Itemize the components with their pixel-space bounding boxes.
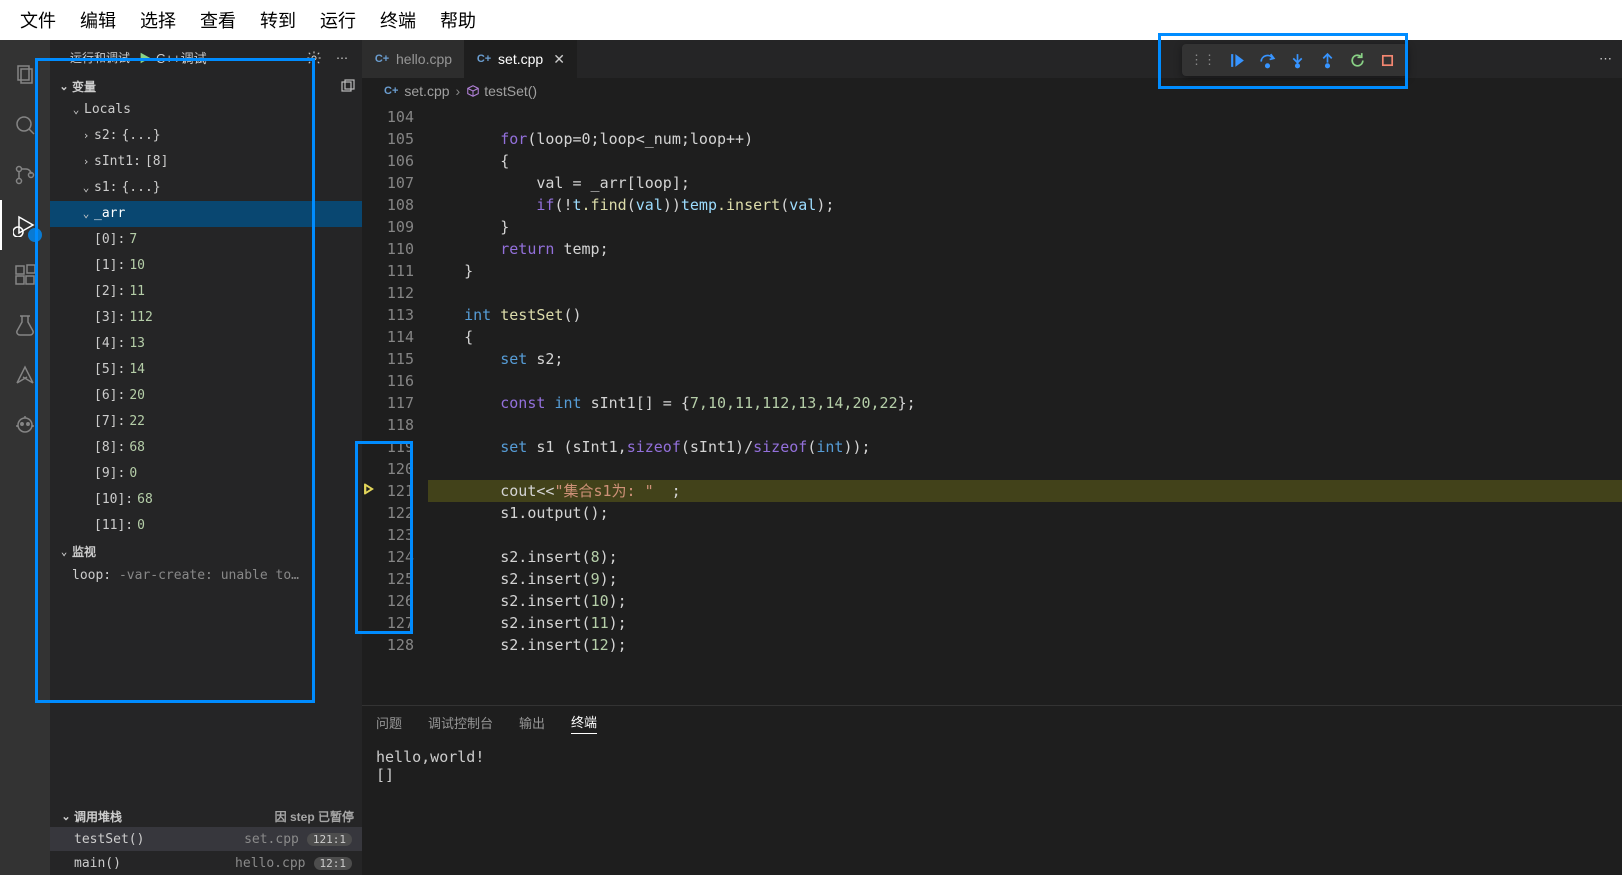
cpp-file-icon: C+ xyxy=(374,51,390,67)
activity-debug[interactable] xyxy=(0,200,50,250)
panel-tab-debug-console[interactable]: 调试控制台 xyxy=(428,711,493,734)
var-arr-item[interactable]: [11]: 0 xyxy=(50,513,362,539)
terminal-prompt: [] xyxy=(376,766,1608,784)
step-out-button[interactable] xyxy=(1312,47,1342,73)
var-arr-item[interactable]: [4]: 13 xyxy=(50,331,362,357)
activity-extensions[interactable] xyxy=(0,250,50,300)
variables-tree: ⌄Locals ›s2: {...} ›sInt1: [8] ⌄s1: {...… xyxy=(50,97,362,805)
panel-tab-problems[interactable]: 问题 xyxy=(376,711,402,734)
tab-bar: C+ hello.cpp C+ set.cpp ✕ ⋯ xyxy=(362,40,1622,78)
breadcrumb-file[interactable]: set.cpp xyxy=(404,83,449,99)
chevron-down-icon: ⌄ xyxy=(56,539,72,565)
var-arr-item[interactable]: [2]: 11 xyxy=(50,279,362,305)
editor-area: C+ hello.cpp C+ set.cpp ✕ ⋯ C+ set.cpp › te… xyxy=(362,40,1622,875)
run-debug-title: 运行和调试 xyxy=(70,49,130,66)
variables-section[interactable]: ⌄ 变量 xyxy=(50,75,362,97)
var-s2[interactable]: ›s2: {...} xyxy=(50,123,362,149)
activity-scm[interactable] xyxy=(0,150,50,200)
menu-help[interactable]: 帮助 xyxy=(428,7,488,33)
watch-section[interactable]: ⌄ 监视 xyxy=(50,541,362,563)
scope-locals[interactable]: ⌄Locals xyxy=(50,97,362,123)
var-arr-item[interactable]: [5]: 14 xyxy=(50,357,362,383)
var-arr-item[interactable]: [7]: 22 xyxy=(50,409,362,435)
tab-label: set.cpp xyxy=(498,51,543,67)
var-arr-item[interactable]: [0]: 7 xyxy=(50,227,362,253)
callstack-section[interactable]: ⌄ 调用堆栈 因 step 已暂停 xyxy=(50,805,362,827)
var-arr-item[interactable]: [9]: 0 xyxy=(50,461,362,487)
line-gutter: 1041051061071081091101111121131141151161… xyxy=(362,104,428,705)
debug-toolbar[interactable]: ⋮⋮ xyxy=(1182,44,1408,76)
menu-go[interactable]: 转到 xyxy=(248,7,308,33)
activity-misc[interactable] xyxy=(0,350,50,400)
menu-bar: 文件 编辑 选择 查看 转到 运行 终端 帮助 xyxy=(0,0,1622,40)
activity-copilot[interactable] xyxy=(0,400,50,450)
chevron-down-icon: ⌄ xyxy=(58,810,74,823)
debug-header: 运行和调试 C++调试 ⌄ ⋯ xyxy=(50,40,362,75)
variables-label: 变量 xyxy=(72,78,96,95)
code-editor[interactable]: 1041051061071081091101111121131141151161… xyxy=(362,104,1622,705)
callstack-frame-1[interactable]: main() hello.cpp 12:1 xyxy=(50,851,362,875)
breadcrumb-symbol[interactable]: testSet() xyxy=(484,83,537,99)
menu-view[interactable]: 查看 xyxy=(188,7,248,33)
menu-terminal[interactable]: 终端 xyxy=(368,7,428,33)
activity-bar xyxy=(0,40,50,875)
panel-tab-output[interactable]: 输出 xyxy=(519,711,545,734)
var-arr-item[interactable]: [1]: 10 xyxy=(50,253,362,279)
chevron-down-icon: ⌄ xyxy=(56,80,72,93)
method-icon xyxy=(466,84,480,98)
watch-item-loop[interactable]: loop: -var-create: unable to… xyxy=(50,563,362,589)
code-content[interactable]: for(loop=0;loop<_num;loop++) { val = _ar… xyxy=(428,104,1622,705)
tab-hello-cpp[interactable]: C+ hello.cpp xyxy=(362,40,464,78)
activity-search[interactable] xyxy=(0,100,50,150)
drag-handle-icon[interactable]: ⋮⋮ xyxy=(1190,52,1216,68)
callstack-frame-0[interactable]: testSet() set.cpp 121:1 xyxy=(50,827,362,851)
step-into-button[interactable] xyxy=(1282,47,1312,73)
execution-pointer-icon xyxy=(363,482,378,497)
var-arr-item[interactable]: [8]: 68 xyxy=(50,435,362,461)
menu-run[interactable]: 运行 xyxy=(308,7,368,33)
var-arr-item[interactable]: [10]: 68 xyxy=(50,487,362,513)
more-actions-icon[interactable]: ⋯ xyxy=(1599,51,1612,67)
menu-selection[interactable]: 选择 xyxy=(128,7,188,33)
restart-button[interactable] xyxy=(1342,47,1372,73)
continue-button[interactable] xyxy=(1222,47,1252,73)
menu-edit[interactable]: 编辑 xyxy=(68,7,128,33)
close-tab-icon[interactable]: ✕ xyxy=(553,51,565,68)
debug-more-icon[interactable]: ⋯ xyxy=(336,51,348,65)
var-arr[interactable]: ⌄_arr xyxy=(50,201,362,227)
debug-badge-icon xyxy=(28,228,42,242)
debug-sidebar: 运行和调试 C++调试 ⌄ ⋯ ⌄ 变量 ⌄Locals ›s2: {...} … xyxy=(50,40,362,875)
config-dropdown-icon[interactable]: ⌄ xyxy=(225,51,234,64)
debug-settings-icon[interactable] xyxy=(306,50,322,66)
menu-file[interactable]: 文件 xyxy=(8,7,68,33)
breadcrumb[interactable]: C+ set.cpp › testSet() xyxy=(362,78,1622,104)
panel-tabs: 问题 调试控制台 输出 终端 xyxy=(362,706,1622,738)
watch-label: 监视 xyxy=(72,539,96,565)
activity-testing[interactable] xyxy=(0,300,50,350)
var-s1[interactable]: ⌄s1: {...} xyxy=(50,175,362,201)
cpp-file-icon: C+ xyxy=(384,85,398,97)
cpp-file-icon: C+ xyxy=(476,51,492,67)
start-debug-button[interactable] xyxy=(138,51,152,65)
tab-set-cpp[interactable]: C+ set.cpp ✕ xyxy=(464,40,577,78)
var-sInt1[interactable]: ›sInt1: [8] xyxy=(50,149,362,175)
step-over-button[interactable] xyxy=(1252,47,1282,73)
var-arr-item[interactable]: [6]: 20 xyxy=(50,383,362,409)
var-arr-item[interactable]: [3]: 112 xyxy=(50,305,362,331)
activity-explorer[interactable] xyxy=(0,50,50,100)
debug-config-name[interactable]: C++调试 xyxy=(156,48,207,67)
terminal-line: hello,world! xyxy=(376,748,1608,766)
collapse-all-icon[interactable] xyxy=(340,78,356,94)
callstack-label: 调用堆栈 xyxy=(74,808,122,825)
stop-button[interactable] xyxy=(1372,47,1402,73)
terminal-content[interactable]: hello,world! [] xyxy=(362,738,1622,875)
pause-reason: 因 step 已暂停 xyxy=(275,808,354,825)
tab-label: hello.cpp xyxy=(396,51,452,67)
panel: 问题 调试控制台 输出 终端 hello,world! [] xyxy=(362,705,1622,875)
panel-tab-terminal[interactable]: 终端 xyxy=(571,710,597,734)
